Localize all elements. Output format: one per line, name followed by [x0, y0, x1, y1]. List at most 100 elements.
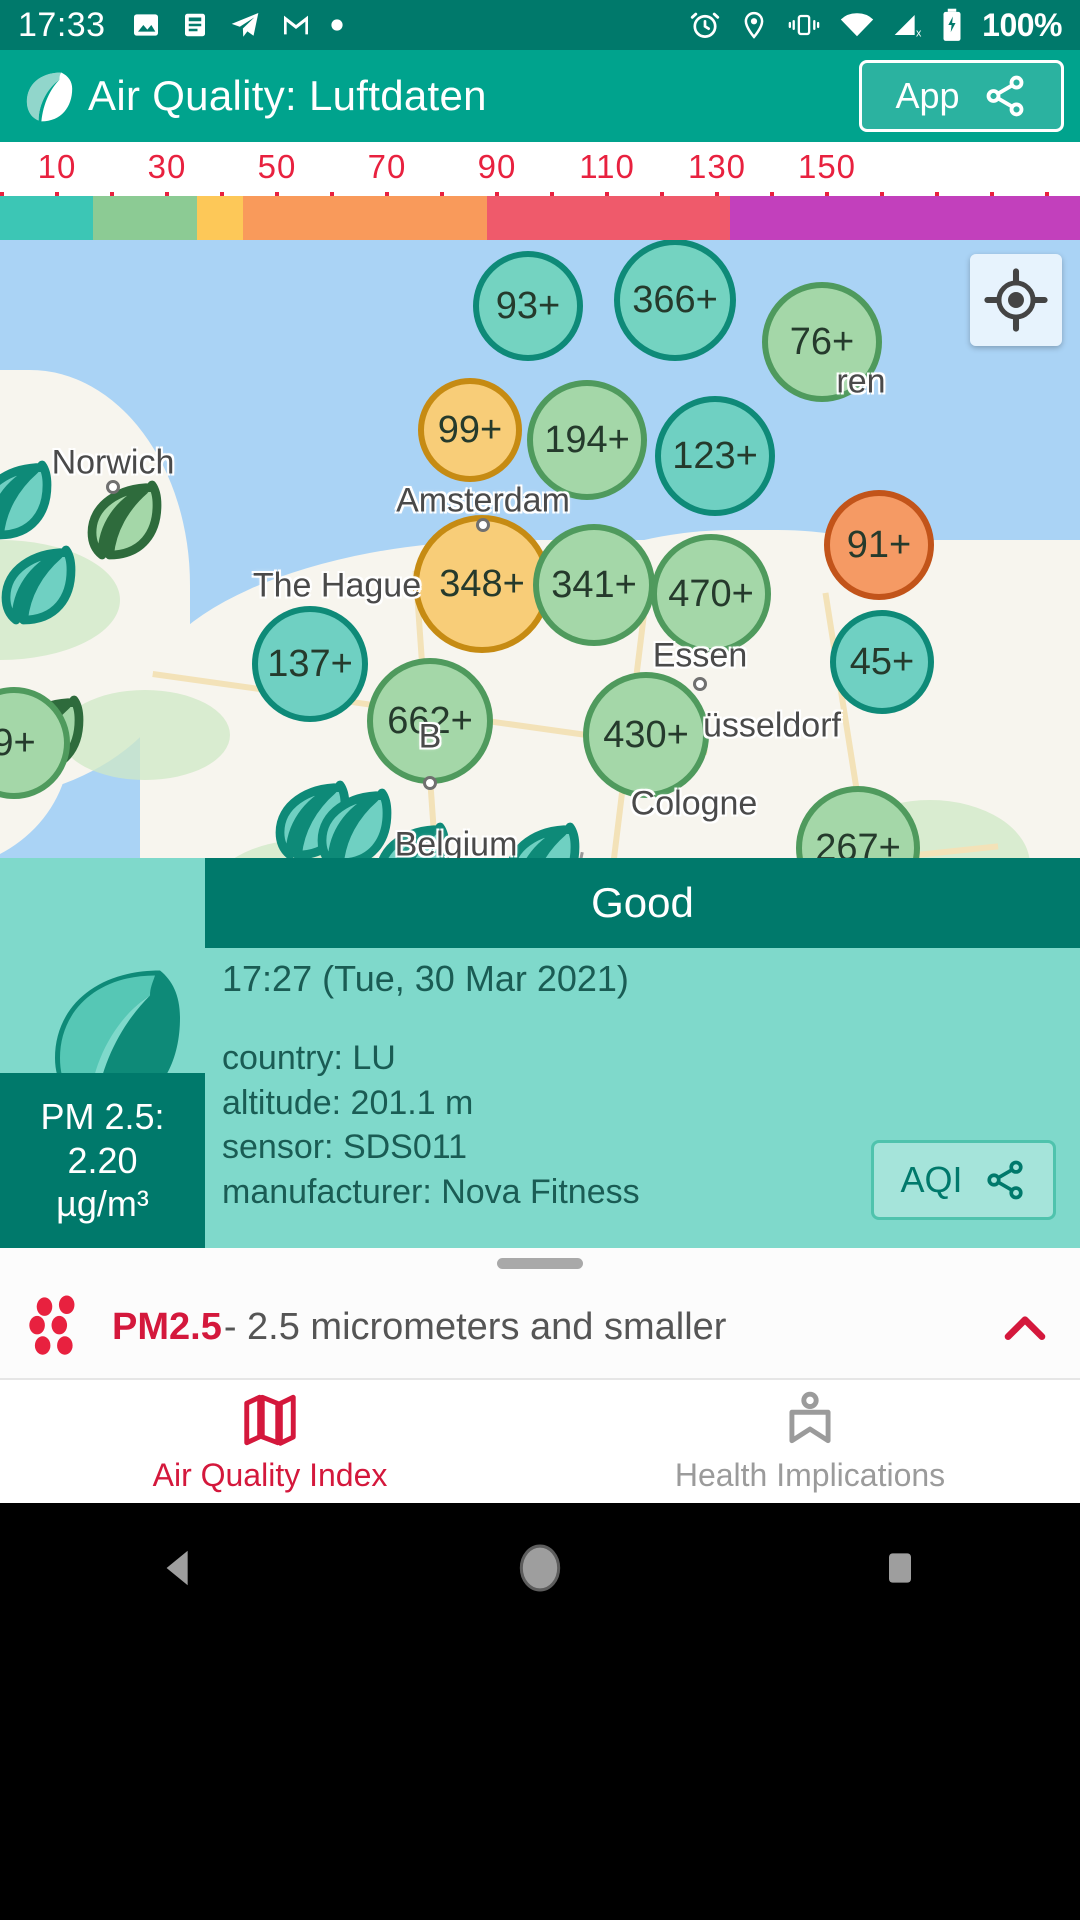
map-city-dot	[106, 480, 120, 494]
map-markers-layer: 93+ 366+ 76+ 99+ 194+ 123+ 348+ 341+ 470+ 91+ 45+ 1…	[0, 240, 1080, 858]
map-city-label: Cologne	[630, 784, 758, 823]
leaf-icon	[26, 72, 73, 122]
scale-label: 30	[147, 148, 187, 185]
gmail-icon	[283, 15, 308, 35]
map-icon	[244, 1394, 296, 1446]
cluster-count-label: 430+	[603, 713, 689, 756]
my-location-button[interactable]	[970, 254, 1062, 346]
alarm-icon	[690, 12, 720, 38]
map-city-label: Belgium	[394, 825, 518, 859]
cluster-count-label: 366+	[632, 278, 718, 321]
cluster-count-label: 123+	[672, 434, 758, 477]
android-nav-bar	[0, 1503, 1080, 1633]
app-title: Air Quality: Luftdaten	[88, 72, 487, 119]
meta-country: country: LU	[222, 1039, 396, 1077]
tab-air-quality-index[interactable]: Air Quality Index	[0, 1380, 540, 1503]
sensor-cluster-marker[interactable]: 341+	[533, 524, 655, 646]
map-city-label: B	[418, 717, 442, 756]
leaf-icon	[1, 545, 76, 625]
cluster-count-label: 341+	[551, 563, 637, 606]
cluster-count-label: 91+	[846, 523, 912, 566]
measurement-timestamp: 17:27 (Tue, 30 Mar 2021)	[222, 958, 629, 999]
scale-segment	[243, 196, 487, 240]
nav-home-button[interactable]	[480, 1503, 600, 1633]
share-aqi-button[interactable]: AQI	[871, 1140, 1056, 1220]
sensor-cluster-marker[interactable]: 99+	[418, 378, 522, 482]
air-quality-map[interactable]: 93+ 366+ 76+ 99+ 194+ 123+ 348+ 341+ 470+ 91+ 45+ 1…	[0, 240, 1080, 858]
wifi-icon	[840, 13, 874, 37]
aqi-color-scale: 10 30 50 70 90 110 130 150	[0, 142, 1080, 240]
map-city-dot	[476, 518, 490, 532]
map-city-dot	[693, 677, 707, 691]
sensor-cluster-marker[interactable]: 267+	[796, 786, 920, 858]
battery-percentage: 100%	[982, 6, 1062, 43]
sensor-leaf-marker[interactable]	[82, 480, 162, 560]
scale-label: 110	[579, 148, 635, 185]
scale-label: 130	[687, 148, 747, 185]
pollutant-sheet[interactable]: PM2.5 - 2.5 micrometers and smaller	[0, 1248, 1080, 1378]
scale-segment	[487, 196, 730, 240]
meta-manufacturer: manufacturer: Nova Fitness	[222, 1172, 640, 1211]
sheet-drag-handle[interactable]	[497, 1258, 583, 1269]
chevron-up-icon[interactable]	[996, 1298, 1054, 1356]
cluster-count-label: 99+	[437, 408, 503, 451]
air-quality-status-banner: Good	[205, 858, 1080, 948]
sensor-cluster-marker[interactable]: 93+	[473, 251, 583, 361]
news-icon	[184, 13, 205, 37]
scale-label: 90	[477, 148, 517, 185]
share-aqi-label: AQI	[900, 1159, 963, 1200]
battery-icon	[943, 8, 961, 41]
scale-segment	[0, 196, 93, 240]
scale-label: 10	[37, 148, 77, 185]
cluster-count-label: 93+	[495, 284, 561, 327]
pm25-value-box: PM 2.5: 2.20 µg/m³	[0, 1073, 205, 1248]
status-bar-system-icons: x 100%	[688, 7, 1062, 44]
bottom-tab-bar: Air Quality Index Health Implications	[0, 1378, 1080, 1503]
signal-off-icon: x	[894, 15, 922, 39]
sensor-cluster-marker[interactable]: 366+	[614, 240, 736, 361]
sensor-info-panel: Good 17:27 (Tue, 30 Mar 2021) country: L…	[0, 858, 1080, 1248]
map-city-label: üsseldorf	[703, 706, 841, 745]
meta-altitude: altitude: 201.1 m	[222, 1083, 474, 1122]
cluster-count-label: 470+	[668, 572, 754, 615]
back-triangle-icon	[166, 1550, 188, 1586]
nav-back-button[interactable]	[120, 1503, 240, 1633]
sensor-cluster-marker[interactable]: 91+	[824, 490, 934, 600]
pollutant-name: PM2.5	[112, 1305, 222, 1348]
scale-segment	[93, 196, 197, 240]
map-city-label: Amsterdam	[396, 481, 570, 520]
tab-label: Air Quality Index	[152, 1457, 388, 1493]
scale-label: 150	[797, 148, 857, 185]
sensor-cluster-marker[interactable]: 137+	[252, 606, 368, 722]
scale-label: 50	[257, 148, 297, 185]
app-root: 17:33 x 100% Air Quality: Luftdaten App	[0, 0, 1080, 1920]
pm25-value: 2.20	[67, 1139, 138, 1181]
sensor-leaf-marker[interactable]	[0, 545, 76, 625]
cluster-count-label: 45+	[849, 640, 915, 683]
particles-icon	[29, 1295, 75, 1355]
telegram-icon	[231, 13, 258, 37]
leaf-icon	[87, 480, 162, 560]
cluster-count-label: 267+	[815, 826, 901, 859]
my-location-icon	[984, 268, 1048, 332]
scale-segment	[197, 196, 243, 240]
scale-labels: 10 30 50 70 90 110 130 150	[0, 142, 1080, 192]
leaf-icon	[0, 460, 52, 540]
recents-square-icon	[889, 1553, 911, 1583]
sensor-leaf-marker[interactable]	[0, 460, 52, 540]
pollutant-row[interactable]: PM2.5 - 2.5 micrometers and smaller	[0, 1282, 1080, 1372]
sensor-cluster-marker[interactable]: 123+	[655, 396, 775, 516]
status-bar: 17:33 x 100%	[0, 0, 1080, 50]
nav-recents-button[interactable]	[840, 1503, 960, 1633]
sensor-cluster-marker[interactable]: 348+	[413, 515, 551, 653]
share-app-button[interactable]: App	[859, 60, 1064, 132]
scale-gradient-bar	[0, 196, 1080, 240]
map-city-label: Essen	[652, 636, 748, 675]
status-bar-clock: 17:33	[18, 5, 106, 44]
pollutant-description: - 2.5 micrometers and smaller	[223, 1305, 727, 1348]
pm25-title: PM 2.5:	[40, 1095, 165, 1137]
tab-health-implications[interactable]: Health Implications	[540, 1380, 1080, 1503]
status-bar-notification-icons	[130, 9, 344, 41]
sensor-cluster-marker[interactable]: 45+	[830, 610, 934, 714]
sensor-cluster-marker[interactable]: 430+	[583, 672, 709, 798]
